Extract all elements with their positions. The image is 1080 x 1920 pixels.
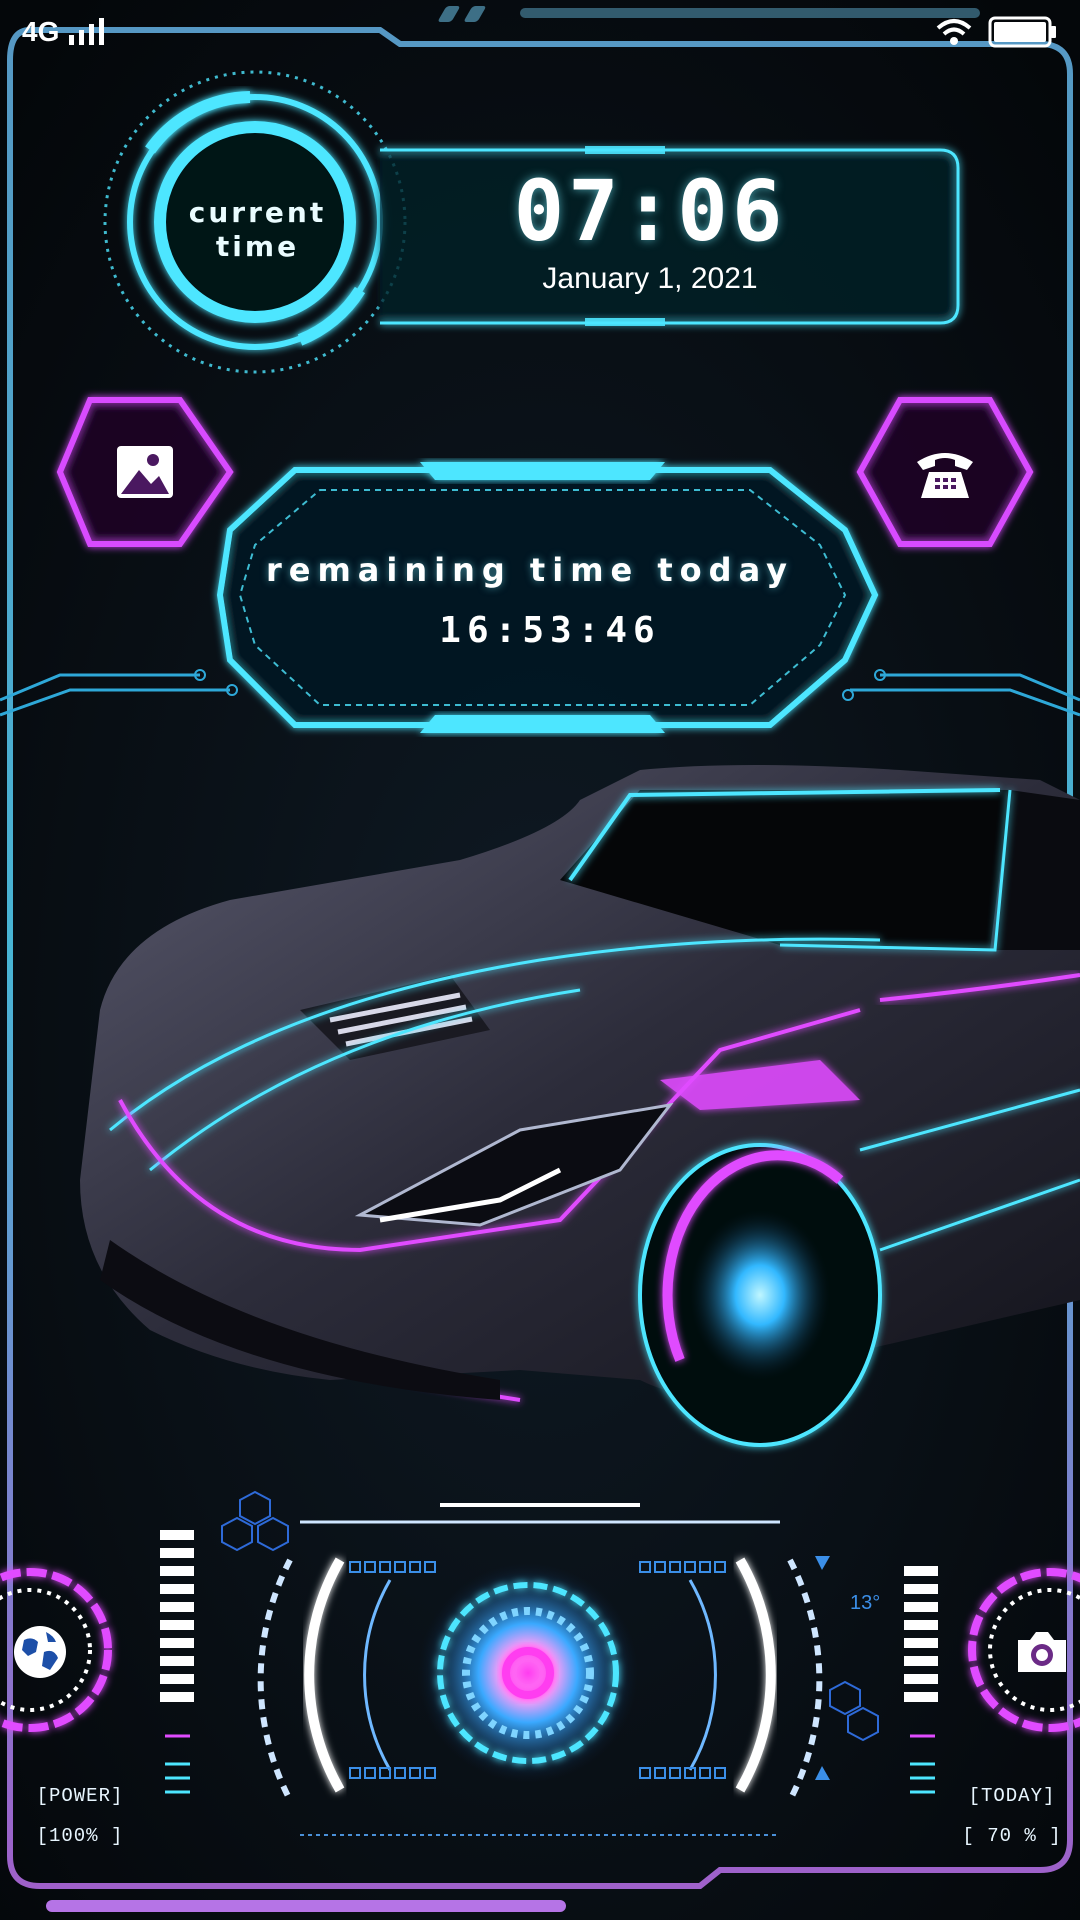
lock-screen: 4G current time 07:06 January 1, 2021 re… bbox=[0, 0, 1080, 1920]
remaining-time-label: remaining time today bbox=[265, 551, 795, 589]
globe-shortcut[interactable] bbox=[10, 1622, 70, 1682]
camera-shortcut[interactable] bbox=[1012, 1622, 1072, 1682]
power-label: [POWER] bbox=[36, 1785, 124, 1807]
today-value: [ 70 % ] bbox=[962, 1825, 1062, 1847]
remaining-time-value: 16:53:46 bbox=[439, 610, 661, 651]
current-time-label: current time bbox=[188, 196, 327, 263]
camera-icon bbox=[1018, 1632, 1066, 1672]
network-type: 4G bbox=[22, 16, 60, 47]
today-label: [TODAY] bbox=[968, 1785, 1056, 1807]
clock-date: January 1, 2021 bbox=[542, 262, 758, 295]
phone-shortcut[interactable] bbox=[905, 432, 985, 512]
status-bar-right bbox=[936, 14, 1058, 50]
status-bar-left: 4G bbox=[22, 14, 107, 50]
temperature-readout: 13° bbox=[850, 1592, 881, 1614]
signal-bars-icon bbox=[69, 18, 105, 45]
telephone-icon bbox=[917, 453, 973, 498]
power-value: [100% ] bbox=[36, 1825, 124, 1847]
clock-time: 07:06 bbox=[513, 162, 787, 260]
gallery-shortcut[interactable] bbox=[105, 432, 185, 512]
battery-icon bbox=[988, 16, 1056, 48]
image-icon bbox=[117, 446, 173, 498]
globe-icon bbox=[14, 1626, 66, 1678]
wifi-icon bbox=[936, 19, 972, 45]
